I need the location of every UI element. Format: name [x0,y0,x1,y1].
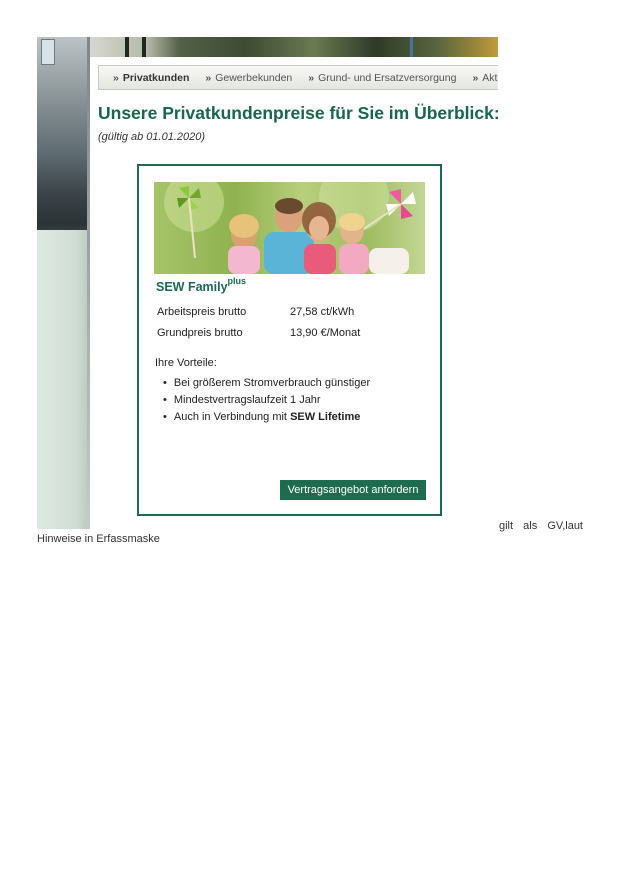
nav-item-aktion[interactable]: » Aktion [472,72,498,84]
request-offer-button[interactable]: Vertragsangebot anfordern [280,480,426,500]
price-value: 13,90 €/Monat [290,327,361,339]
annotation-note: gilt als GV,laut [499,520,583,532]
header-photo [90,37,498,57]
photo-fade [37,230,90,529]
photo-flag [410,37,413,57]
price-row: Grundpreis brutto 13,90 €/Monat [157,327,360,339]
photo-window [41,39,55,65]
family-photo-illustration [164,182,416,274]
tariff-card: SEW Familyplus Arbeitspreis brutto 27,58… [137,164,442,516]
nav-arrow-icon: » [472,71,479,84]
photo-pillar [125,37,129,57]
website-screenshot: » Privatkunden » Gewerbekunden » Grund- … [37,37,498,529]
product-title-sup: plus [227,276,247,286]
benefit-highlight: SEW Lifetime [290,411,361,423]
photo-edge [87,37,90,529]
list-item: • Mindestvertragslaufzeit 1 Jahr [163,392,370,409]
price-value: 27,58 ct/kWh [290,306,355,318]
bullet-icon: • [163,411,167,423]
benefits-list: • Bei größerem Stromverbrauch günstiger •… [163,375,370,426]
nav-item-privatkunden[interactable]: » Privatkunden [113,72,189,84]
building-photo [37,37,90,529]
price-row: Arbeitspreis brutto 27,58 ct/kWh [157,306,354,318]
benefits-heading: Ihre Vorteile: [155,357,217,369]
benefit-text: Auch in Verbindung mit [173,411,287,423]
nav-arrow-icon: » [308,71,315,84]
nav-item-label: Aktion [482,71,498,84]
nav-item-label: Gewerbekunden [215,71,293,84]
page-title: Unsere Privatkundenpreise für Sie im Übe… [98,103,498,123]
product-title: SEW Familyplus [156,276,247,295]
price-label: Grundpreis brutto [157,327,243,339]
nav-arrow-icon: » [205,71,212,84]
bullet-icon: • [163,377,167,389]
nav-item-label: Privatkunden [122,71,190,84]
nav-item-label: Grund- und Ersatzversorgung [318,71,457,84]
family-photo [154,182,425,274]
benefit-text: Bei größerem Stromverbrauch günstiger [173,377,371,389]
annotation-note: Hinweise in Erfassmaske [37,533,160,545]
price-label: Arbeitspreis brutto [157,306,247,318]
nav-item-grundversorgung[interactable]: » Grund- und Ersatzversorgung [308,72,456,84]
list-item: • Auch in Verbindung mit SEW Lifetime [163,409,370,426]
main-navigation: » Privatkunden » Gewerbekunden » Grund- … [98,65,498,90]
validity-date: (gültig ab 01.01.2020) [98,131,206,143]
benefit-text: Mindestvertragslaufzeit 1 Jahr [173,394,321,406]
product-title-text: SEW Family [156,280,228,295]
list-item: • Bei größerem Stromverbrauch günstiger [163,375,370,392]
photo-pillar [142,37,146,57]
bullet-icon: • [163,394,167,406]
nav-item-gewerbekunden[interactable]: » Gewerbekunden [205,72,292,84]
nav-arrow-icon: » [113,71,119,84]
